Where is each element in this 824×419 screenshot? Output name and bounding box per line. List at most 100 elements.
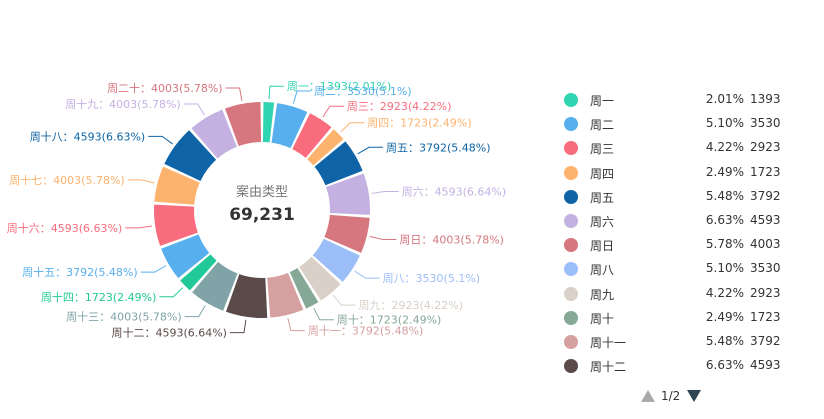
leader-line-12 bbox=[229, 319, 247, 334]
page-indicator: 1/2 bbox=[661, 389, 681, 403]
legend-value: 2923 bbox=[750, 285, 781, 300]
slice-label-18: 周十八：4593(6.63%) bbox=[30, 129, 146, 143]
legend-value: 4593 bbox=[750, 358, 781, 373]
leader-line-20 bbox=[225, 87, 243, 101]
leader-line-8 bbox=[354, 270, 380, 279]
slice-label-16: 周十六：4593(6.63%) bbox=[7, 221, 123, 235]
slice-label-4: 周四：1723(2.49%) bbox=[367, 117, 472, 130]
legend-item-5[interactable]: 周五 5.48% 3792 bbox=[560, 185, 810, 209]
slice-label-5: 周五：3792(5.48%) bbox=[386, 141, 491, 154]
slice-label-9: 周九：2923(4.22%) bbox=[358, 299, 463, 312]
slice-label-6: 周六：4593(6.64%) bbox=[402, 185, 507, 198]
legend-percent: 5.48% bbox=[705, 333, 744, 348]
leader-line-17 bbox=[127, 179, 155, 184]
slice-label-17: 周十七：4003(5.78%) bbox=[9, 173, 125, 187]
slice-label-3: 周三：2923(4.22%) bbox=[347, 100, 452, 113]
legend-item-8[interactable]: 周八 5.10% 3530 bbox=[560, 257, 810, 281]
page-down-icon[interactable] bbox=[687, 390, 701, 402]
leader-line-7 bbox=[369, 235, 397, 241]
leader-line-9 bbox=[332, 294, 356, 306]
legend-marker-icon bbox=[564, 334, 578, 349]
leader-line-16 bbox=[125, 225, 153, 229]
legend-name: 周日 bbox=[590, 239, 615, 254]
legend-value: 1723 bbox=[750, 309, 781, 324]
leader-line-6 bbox=[371, 190, 399, 194]
legend-item-7[interactable]: 周日 5.78% 4003 bbox=[560, 233, 810, 257]
legend-percent: 6.63% bbox=[705, 212, 744, 227]
slice-label-19: 周十九：4003(5.78%) bbox=[65, 97, 181, 111]
legend-value: 3792 bbox=[750, 333, 781, 348]
legend-value: 3530 bbox=[750, 116, 781, 131]
legend-name: 周一 bbox=[590, 94, 615, 108]
legend-item-6[interactable]: 周六 6.63% 4593 bbox=[560, 209, 810, 233]
leader-line-4 bbox=[340, 122, 365, 133]
leader-line-13 bbox=[184, 305, 206, 318]
legend-percent: 2.49% bbox=[705, 309, 744, 324]
legend-item-3[interactable]: 周三 4.22% 2923 bbox=[560, 136, 810, 160]
legend-item-10[interactable]: 周十 2.49% 1723 bbox=[560, 306, 810, 330]
legend-marker-icon bbox=[564, 141, 578, 156]
legend: 周一 2.01% 1393 周二 5.10% 3530 周三 4.22% 2923 周四 2.49%… bbox=[560, 88, 810, 378]
legend-percent: 5.10% bbox=[705, 261, 744, 276]
leader-line-10 bbox=[313, 307, 334, 321]
legend-value: 1393 bbox=[750, 92, 781, 106]
legend-marker-icon bbox=[564, 189, 578, 204]
legend-item-1[interactable]: 周一 2.01% 1393 bbox=[560, 88, 810, 112]
legend-value: 1723 bbox=[750, 164, 781, 179]
slice-label-8: 周八：3530(5.1%) bbox=[383, 272, 481, 285]
legend-value: 4593 bbox=[750, 212, 781, 227]
legend-percent: 5.78% bbox=[705, 237, 744, 252]
leader-line-3 bbox=[322, 105, 344, 118]
legend-value: 2923 bbox=[750, 140, 781, 155]
legend-name: 周三 bbox=[590, 142, 615, 157]
legend-marker-icon bbox=[564, 310, 578, 325]
center-value: 69,231 bbox=[229, 205, 295, 225]
leader-line-5 bbox=[357, 146, 383, 155]
page-up-icon[interactable] bbox=[641, 390, 655, 402]
legend-percent: 5.10% bbox=[705, 116, 744, 131]
legend-item-9[interactable]: 周九 4.22% 2923 bbox=[560, 282, 810, 306]
legend-name: 周五 bbox=[590, 190, 615, 205]
slice-label-20: 周二十：4003(5.78%) bbox=[107, 81, 223, 95]
chart-stage: 周一：1393(2.01%) 周二：3530(5.1%) 周三：2923(4.22%… bbox=[0, 0, 824, 419]
legend-item-11[interactable]: 周十一 5.48% 3792 bbox=[560, 330, 810, 354]
legend-marker-icon bbox=[564, 359, 578, 374]
leader-line-15 bbox=[140, 265, 167, 273]
legend-percent: 2.49% bbox=[705, 164, 744, 179]
legend-marker-icon bbox=[564, 262, 578, 277]
leader-line-11 bbox=[287, 317, 305, 332]
leader-line-19 bbox=[183, 103, 205, 116]
slice-label-7: 周日：4003(5.78%) bbox=[399, 234, 504, 247]
legend-percent: 6.63% bbox=[705, 358, 744, 373]
legend-percent: 4.22% bbox=[705, 285, 744, 300]
legend-marker-icon bbox=[564, 286, 578, 301]
legend-item-2[interactable]: 周二 5.10% 3530 bbox=[560, 112, 810, 136]
donut-chart: 周一：1393(2.01%)周二：3530(5.1%)周三：2923(4.22%… bbox=[7, 80, 507, 340]
legend-name: 周十一 bbox=[590, 335, 627, 350]
legend-value: 4003 bbox=[750, 237, 781, 252]
legend-value: 3530 bbox=[750, 261, 781, 276]
leader-line-1 bbox=[268, 85, 284, 100]
legend-marker-icon bbox=[564, 238, 578, 253]
slice-label-14: 周十四：1723(2.49%) bbox=[41, 290, 157, 304]
legend-name: 周八 bbox=[590, 263, 615, 278]
slice-label-15: 周十五：3792(5.48%) bbox=[22, 265, 138, 279]
slice-label-11: 周十一：3792(5.48%) bbox=[308, 324, 424, 338]
slice-label-12: 周十二：4593(6.64%) bbox=[111, 326, 227, 340]
legend-name: 周九 bbox=[590, 287, 615, 302]
leader-line-18 bbox=[148, 135, 173, 145]
center-label: 案由类型 bbox=[236, 185, 288, 200]
legend-percent: 2.01% bbox=[705, 92, 744, 106]
legend-item-4[interactable]: 周四 2.49% 1723 bbox=[560, 161, 810, 185]
legend-name: 周二 bbox=[590, 118, 615, 133]
legend-name: 周四 bbox=[590, 166, 615, 181]
leader-line-14 bbox=[159, 287, 184, 298]
legend-item-12[interactable]: 周十二 6.63% 4593 bbox=[560, 354, 810, 378]
legend-marker-icon bbox=[564, 93, 578, 107]
legend-percent: 5.48% bbox=[705, 188, 744, 203]
slice-label-2: 周二：3530(5.1%) bbox=[314, 85, 412, 98]
legend-name: 周六 bbox=[590, 214, 615, 229]
legend-marker-icon bbox=[564, 213, 578, 228]
legend-percent: 4.22% bbox=[705, 140, 744, 155]
legend-value: 3792 bbox=[750, 188, 781, 203]
